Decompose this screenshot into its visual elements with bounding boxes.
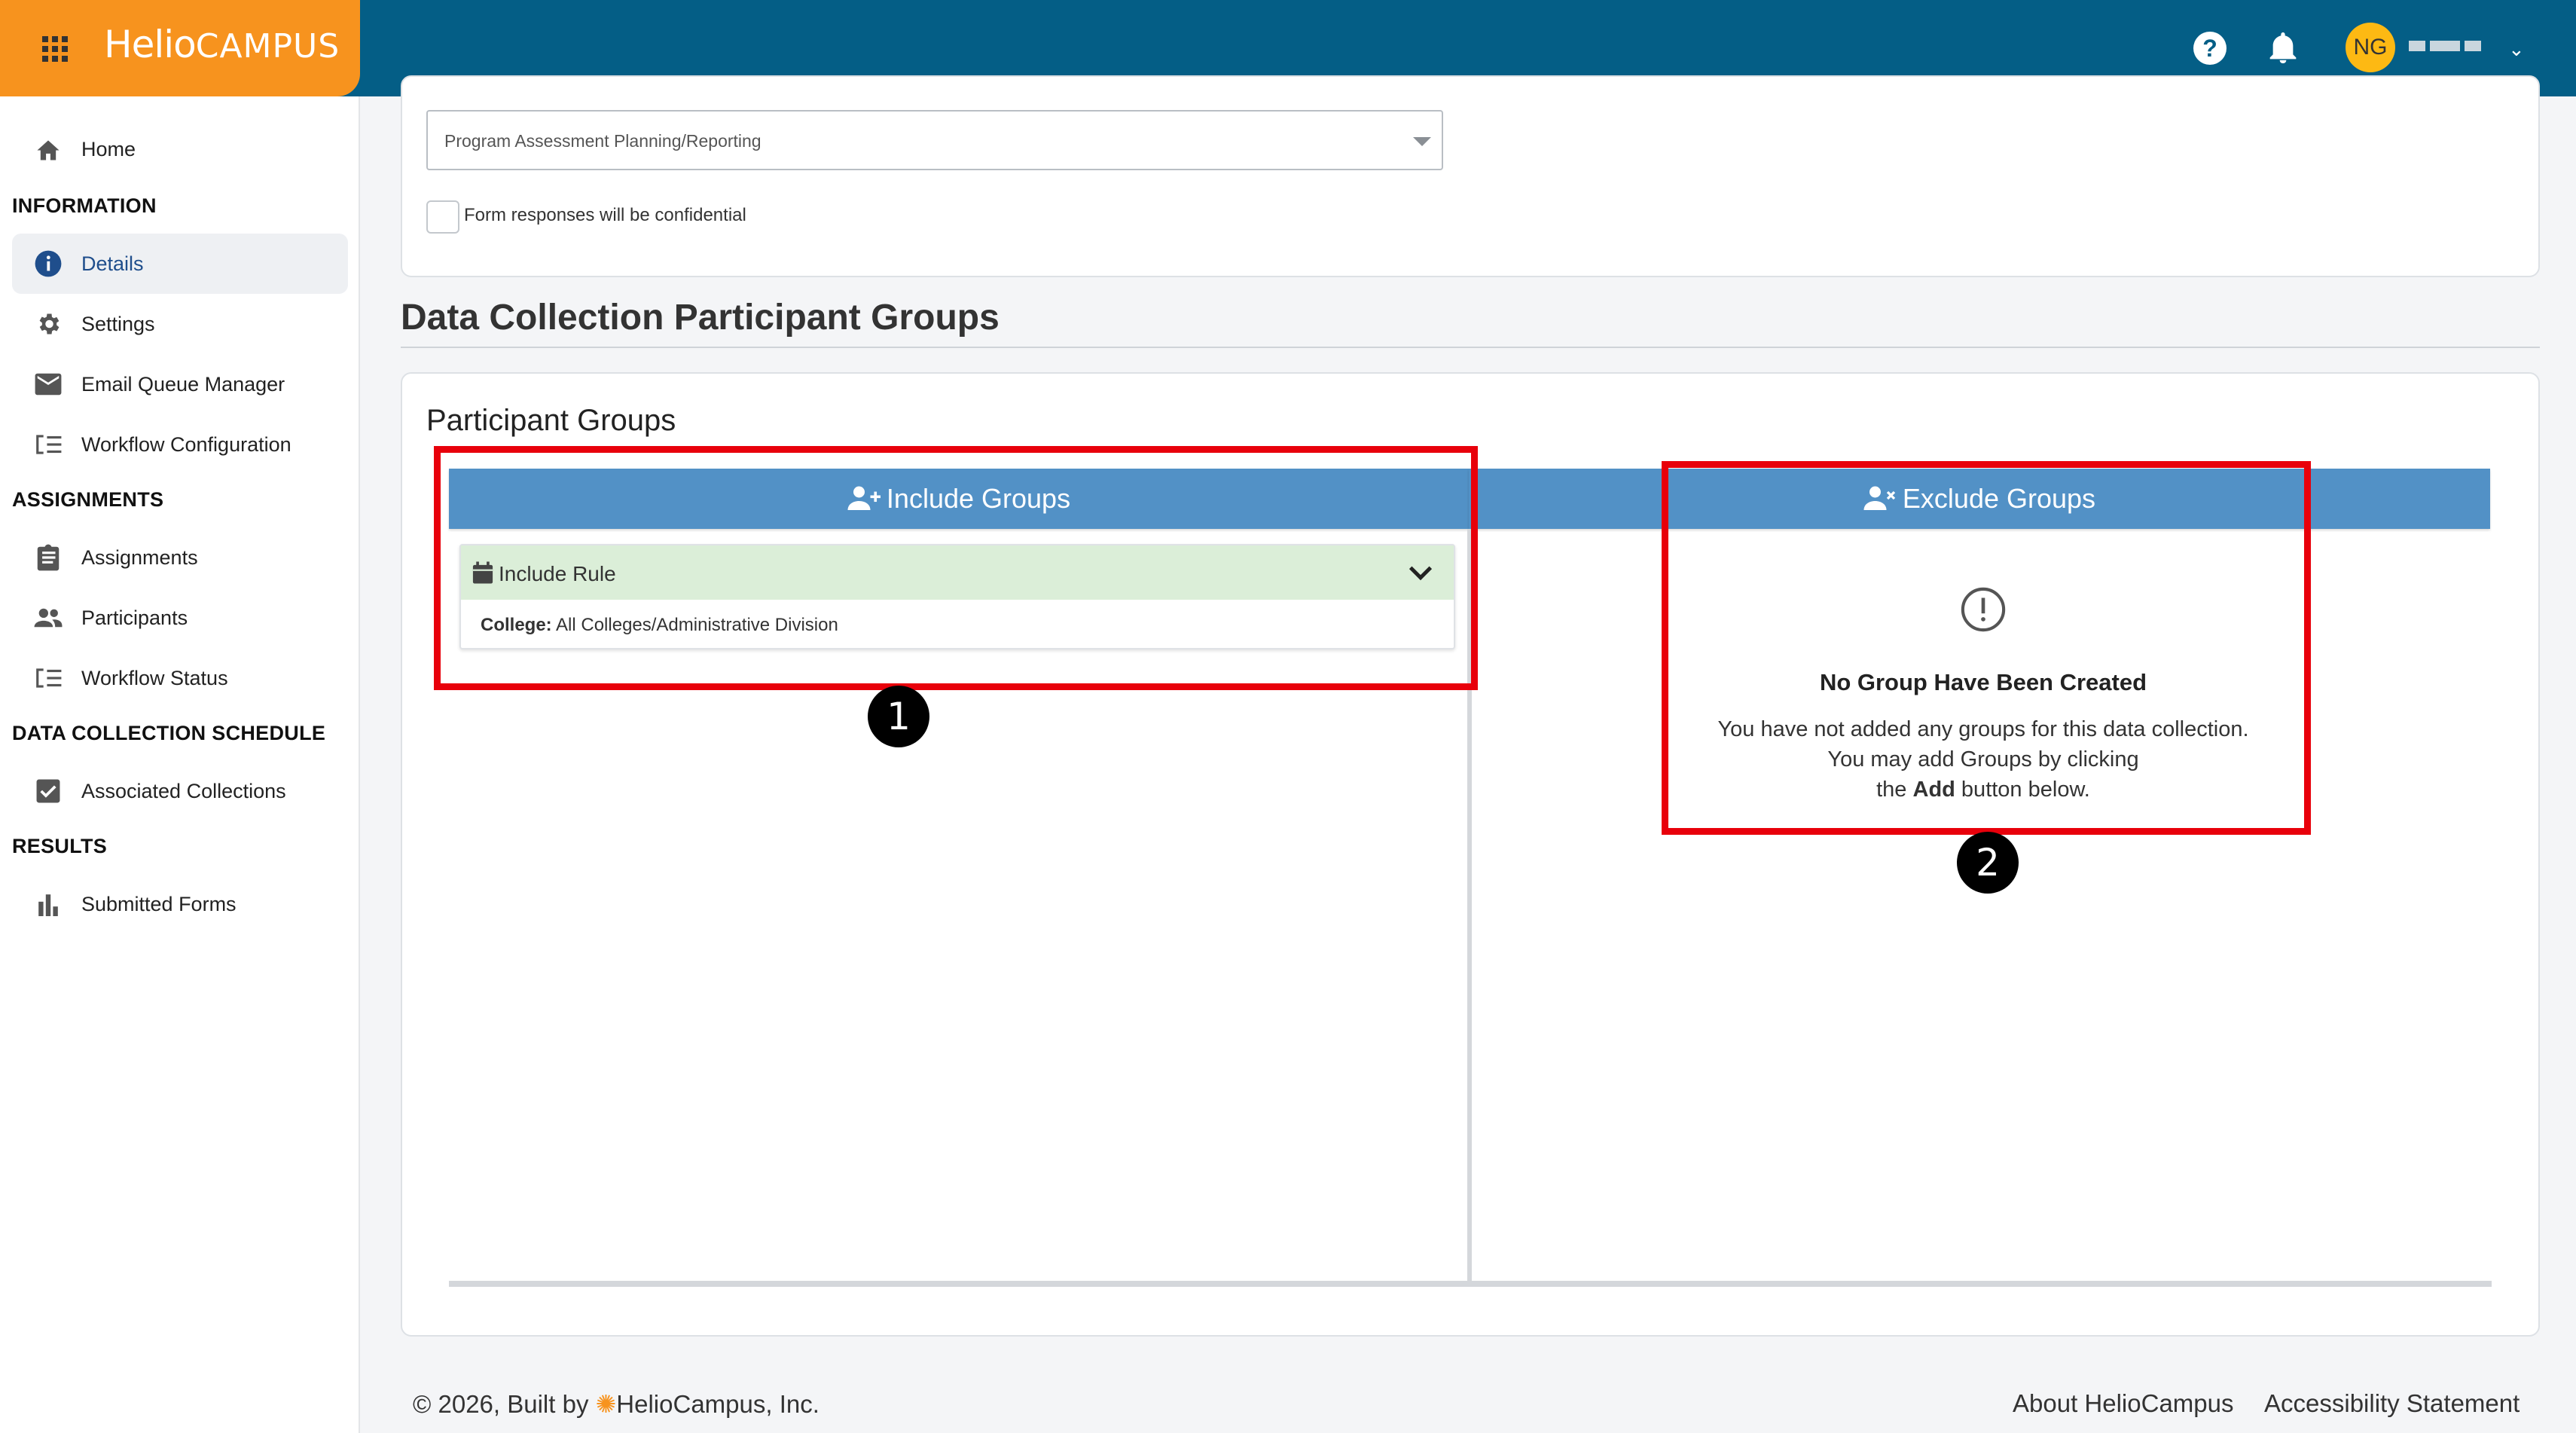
sidebar-item-workflow-configuration[interactable]: Workflow Configuration (12, 414, 348, 475)
sidebar: Home INFORMATION Details Settings Email … (0, 96, 360, 1433)
section-heading-schedule: DATA COLLECTION SCHEDULE (12, 722, 326, 744)
brand-area: HelioCAMPUS (0, 0, 360, 96)
dropdown-caret-icon (1413, 137, 1431, 146)
user-avatar[interactable]: NG (2346, 23, 2395, 72)
notification-bell-icon[interactable] (2268, 32, 2298, 65)
confidential-checkbox[interactable] (426, 200, 459, 234)
select-value: Program Assessment Planning/Reporting (444, 131, 762, 151)
user-name-redacted[interactable] (2409, 39, 2514, 56)
sidebar-item-participants[interactable]: Participants (12, 588, 348, 648)
sidebar-item-label: Workflow Configuration (81, 432, 291, 456)
annotation-badge-1: 1 (868, 686, 929, 747)
sidebar-item-label: Participants (81, 606, 188, 629)
sidebar-item-label: Assignments (81, 545, 198, 569)
email-icon (33, 369, 63, 399)
sidebar-item-label: Workflow Status (81, 666, 228, 689)
annotation-badge-2: 2 (1957, 832, 2019, 894)
people-icon (33, 603, 63, 633)
section-heading-assignments: ASSIGNMENTS (12, 488, 164, 511)
heliocampus-logo[interactable]: HelioCAMPUS (104, 23, 340, 66)
sidebar-item-label: Submitted Forms (81, 892, 237, 915)
sidebar-item-label: Associated Collections (81, 779, 286, 802)
section-divider (401, 347, 2540, 348)
checkbox-checked-icon (33, 776, 63, 806)
highlight-box-1 (434, 446, 1478, 690)
sidebar-item-settings[interactable]: Settings (12, 294, 348, 354)
info-icon (33, 249, 63, 279)
accessibility-link[interactable]: Accessibility Statement (2264, 1389, 2520, 1418)
highlight-box-2 (1662, 461, 2311, 835)
gear-icon (33, 309, 63, 339)
sidebar-item-details[interactable]: Details (12, 234, 348, 294)
sidebar-item-email-queue[interactable]: Email Queue Manager (12, 354, 348, 414)
workflow-icon (33, 663, 63, 693)
sidebar-item-workflow-status[interactable]: Workflow Status (12, 648, 348, 708)
footer-copyright: © 2026, Built by ✺HelioCampus, Inc. (413, 1390, 819, 1418)
workflow-icon (33, 429, 63, 460)
sidebar-item-home[interactable]: Home (12, 119, 348, 179)
page-section-title: Data Collection Participant Groups (401, 298, 1000, 338)
sidebar-item-submitted-forms[interactable]: Submitted Forms (12, 874, 348, 934)
sidebar-item-assignments[interactable]: Assignments (12, 527, 348, 588)
apps-grid-icon[interactable] (42, 36, 68, 62)
form-settings-card (401, 75, 2540, 277)
home-icon (33, 134, 63, 164)
about-link[interactable]: About HelioCampus (2013, 1389, 2234, 1418)
section-heading-information: INFORMATION (12, 194, 157, 217)
section-heading-results: RESULTS (12, 835, 108, 857)
sidebar-item-associated-collections[interactable]: Associated Collections (12, 761, 348, 821)
help-icon[interactable]: ? (2193, 32, 2227, 65)
sidebar-item-label: Email Queue Manager (81, 372, 285, 396)
columns-bottom-divider (449, 1281, 2492, 1287)
user-menu-chevron-icon[interactable]: ⌄ (2508, 38, 2525, 61)
sidebar-item-label: Details (81, 252, 144, 275)
card-title: Participant Groups (426, 404, 676, 437)
sidebar-item-label: Settings (81, 312, 155, 335)
category-select[interactable]: Program Assessment Planning/Reporting (426, 110, 1443, 170)
sun-logo-icon: ✺ (595, 1390, 617, 1418)
clipboard-icon (33, 542, 63, 573)
bar-chart-icon (33, 889, 63, 919)
sidebar-item-label: Home (81, 137, 136, 160)
confidential-label: Form responses will be confidential (464, 205, 746, 225)
